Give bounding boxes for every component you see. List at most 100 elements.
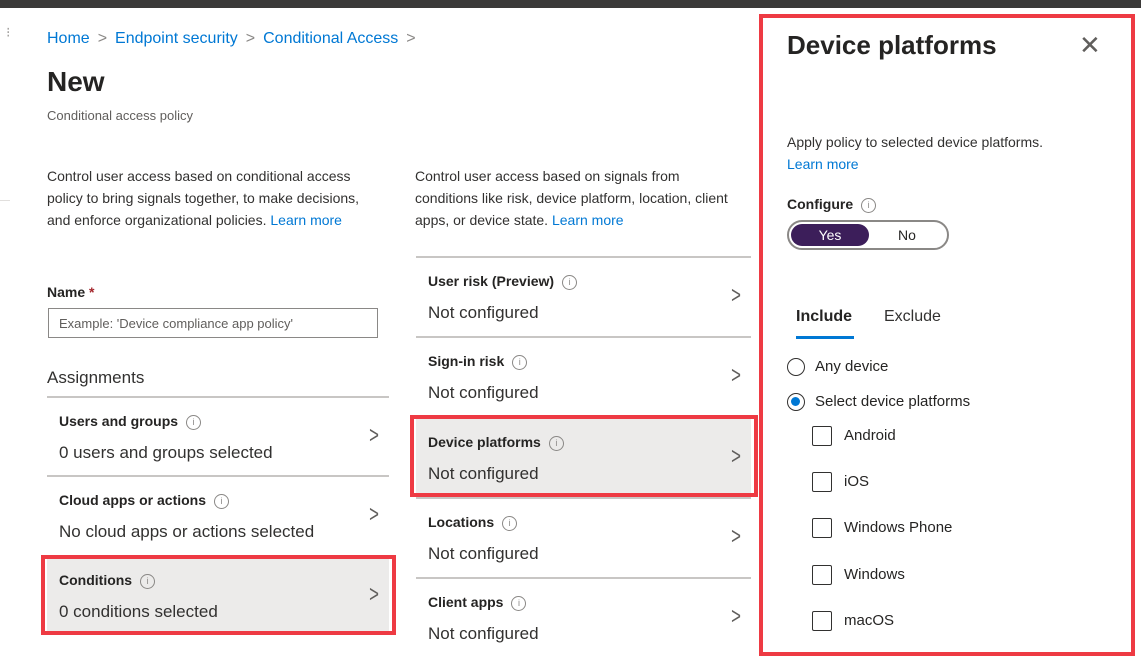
resize-handle-icon[interactable]: ⁝ — [6, 24, 10, 41]
condition-client-apps[interactable]: Client apps i Not configured > — [416, 577, 751, 652]
checkbox-label: macOS — [844, 611, 895, 629]
assignment-cloud-apps[interactable]: Cloud apps or actions i No cloud apps or … — [47, 475, 389, 551]
checkbox-label: Windows — [844, 565, 905, 583]
row-title-text: Users and groups — [59, 413, 179, 429]
active-tab-indicator — [796, 336, 854, 339]
panel-description: Apply policy to selected device platform… — [787, 131, 1107, 175]
info-icon[interactable]: i — [861, 198, 877, 213]
conditions-description: Control user access based on signals fro… — [415, 165, 745, 231]
row-title-text: Locations — [428, 514, 495, 530]
radio-label: Any device — [815, 358, 889, 375]
checkbox-windows-phone[interactable]: Windows Phone — [812, 518, 952, 538]
tab-include[interactable]: Include — [796, 308, 852, 326]
learn-more-link[interactable]: Learn more — [552, 212, 624, 228]
row-value: 0 users and groups selected — [59, 443, 273, 462]
radio-button[interactable] — [787, 358, 805, 377]
toggle-no-option[interactable]: No — [869, 227, 945, 243]
checkbox-label: Windows Phone — [844, 518, 953, 536]
chevron-right-icon: > — [731, 282, 741, 309]
row-value: 0 conditions selected — [59, 602, 218, 621]
breadcrumb-separator: > — [406, 30, 416, 47]
breadcrumb-home[interactable]: Home — [47, 30, 90, 47]
chevron-right-icon: > — [731, 443, 741, 470]
row-value: Not configured — [428, 544, 539, 563]
chevron-right-icon: > — [369, 501, 379, 528]
learn-more-link[interactable]: Learn more — [270, 212, 342, 228]
close-icon[interactable]: ✕ — [1079, 30, 1101, 61]
configure-toggle[interactable]: Yes No — [787, 220, 949, 250]
row-title-text: Client apps — [428, 594, 504, 610]
condition-locations[interactable]: Locations i Not configured > — [416, 497, 751, 575]
top-bar — [0, 0, 1141, 8]
info-icon[interactable]: i — [214, 494, 230, 509]
row-title: Locations i — [428, 514, 518, 531]
row-title: Device platforms i — [428, 434, 564, 451]
info-icon[interactable]: i — [512, 355, 528, 370]
condition-device-platforms[interactable]: Device platforms i Not configured > — [416, 417, 751, 495]
row-value: Not configured — [428, 383, 539, 402]
row-title: Cloud apps or actions i — [59, 492, 230, 509]
page-title: New — [47, 66, 105, 97]
info-icon[interactable]: i — [140, 574, 156, 589]
chevron-right-icon: > — [731, 362, 741, 389]
radio-button[interactable] — [787, 393, 805, 412]
assignment-users-and-groups[interactable]: Users and groups i 0 users and groups sel… — [47, 396, 389, 472]
divider — [0, 200, 10, 201]
radio-label: Select device platforms — [815, 393, 971, 410]
row-title-text: Conditions — [59, 572, 133, 588]
chevron-right-icon: > — [731, 523, 741, 550]
page-subtitle: Conditional access policy — [47, 108, 193, 123]
checkbox-ios[interactable]: iOS — [812, 472, 869, 492]
checkbox[interactable] — [812, 565, 832, 585]
breadcrumb-endpoint-security[interactable]: Endpoint security — [115, 30, 238, 47]
required-mark: * — [89, 284, 95, 300]
checkbox-macos[interactable]: macOS — [812, 611, 894, 631]
condition-sign-in-risk[interactable]: Sign-in risk i Not configured > — [416, 336, 751, 414]
breadcrumb-conditional-access[interactable]: Conditional Access — [263, 30, 398, 47]
info-icon[interactable]: i — [511, 596, 527, 611]
checkbox-label: iOS — [844, 472, 870, 490]
row-title-text: Cloud apps or actions — [59, 492, 207, 508]
policy-description: Control user access based on conditional… — [47, 165, 367, 231]
checkbox[interactable] — [812, 426, 832, 446]
checkbox-android[interactable]: Android — [812, 426, 896, 446]
checkbox-label: Android — [844, 426, 896, 444]
row-title: Sign-in risk i — [428, 353, 528, 370]
row-value: Not configured — [428, 464, 539, 483]
breadcrumb-separator: > — [97, 30, 108, 47]
row-value: Not configured — [428, 624, 539, 643]
info-icon[interactable]: i — [186, 415, 202, 430]
row-value: Not configured — [428, 303, 539, 322]
breadcrumb-separator: > — [245, 30, 256, 47]
name-input[interactable] — [48, 308, 378, 338]
checkbox-windows[interactable]: Windows — [812, 565, 905, 585]
row-title: Conditions i — [59, 572, 156, 589]
checkbox[interactable] — [812, 611, 832, 631]
row-value: No cloud apps or actions selected — [59, 522, 315, 541]
breadcrumb: Home > Endpoint security > Conditional Acces… — [47, 30, 424, 48]
chevron-right-icon: > — [369, 581, 379, 608]
learn-more-link[interactable]: Learn more — [787, 153, 1107, 175]
configure-label: Configure i — [787, 196, 877, 213]
chevron-right-icon: > — [369, 422, 379, 449]
toggle-yes-option[interactable]: Yes — [791, 224, 869, 246]
row-title: Client apps i — [428, 594, 527, 611]
checkbox[interactable] — [812, 472, 832, 492]
assignments-label: Assignments — [47, 368, 145, 387]
info-icon[interactable]: i — [502, 516, 518, 531]
radio-any-device[interactable]: Any device — [787, 358, 889, 377]
device-platforms-panel — [762, 16, 1135, 652]
name-label-text: Name — [47, 284, 86, 300]
row-title-text: Sign-in risk — [428, 353, 505, 369]
configure-label-text: Configure — [787, 196, 854, 212]
radio-select-device-platforms[interactable]: Select device platforms — [787, 393, 971, 412]
info-icon[interactable]: i — [562, 275, 578, 290]
info-icon[interactable]: i — [548, 436, 564, 451]
condition-user-risk[interactable]: User risk (Preview) i Not configured > — [416, 256, 751, 334]
panel-description-text: Apply policy to selected device platform… — [787, 134, 1044, 150]
checkbox[interactable] — [812, 518, 832, 538]
panel-title: Device platforms — [787, 30, 997, 60]
assignment-conditions[interactable]: Conditions i 0 conditions selected > — [47, 555, 389, 633]
tab-exclude[interactable]: Exclude — [884, 308, 941, 326]
row-title: Users and groups i — [59, 413, 202, 430]
